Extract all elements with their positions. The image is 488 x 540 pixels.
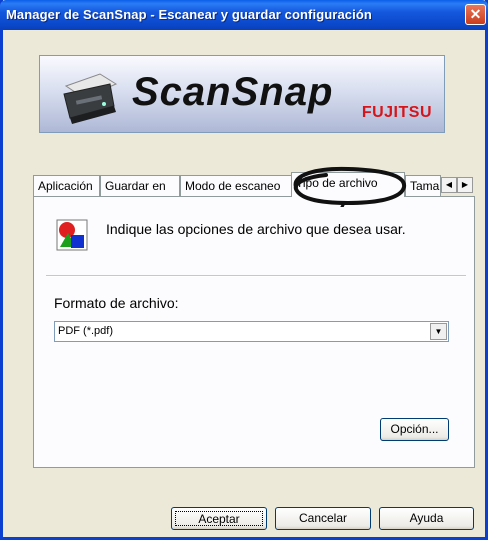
- tab-strip: Aplicación Guardar en Modo de escaneo Ti…: [33, 172, 473, 197]
- file-format-select[interactable]: PDF (*.pdf) ▼: [54, 321, 449, 342]
- scansnap-settings-window: Manager de ScanSnap - Escanear y guardar…: [0, 0, 488, 540]
- chevron-down-icon[interactable]: ▼: [430, 323, 447, 340]
- tab-tamano[interactable]: Tamaño: [405, 175, 441, 196]
- cancel-button[interactable]: Cancelar: [275, 507, 371, 530]
- company-logo: FUJITSU: [361, 104, 432, 121]
- scansnap-banner: ScanSnap FUJITSU: [39, 55, 445, 133]
- accept-button-label: Aceptar: [175, 511, 263, 526]
- tab-scroll-right-icon[interactable]: ▶: [457, 177, 473, 193]
- tab-aplicacion[interactable]: Aplicación: [33, 175, 100, 196]
- tab-tipo-de-archivo[interactable]: Tipo de archivo: [291, 172, 405, 197]
- accept-button[interactable]: Aceptar: [171, 507, 267, 530]
- file-format-value: PDF (*.pdf): [58, 325, 114, 337]
- tab-guardar-en[interactable]: Guardar en: [100, 175, 180, 196]
- brand-logo: ScanSnap: [132, 70, 334, 114]
- tab-modo-de-escaneo[interactable]: Modo de escaneo: [180, 175, 293, 196]
- title-bar[interactable]: Manager de ScanSnap - Escanear y guardar…: [0, 0, 488, 30]
- divider: [46, 275, 466, 277]
- format-label: Formato de archivo:: [54, 295, 179, 311]
- tab-scroll-left-icon[interactable]: ◀: [441, 177, 457, 193]
- file-type-icon: [56, 219, 88, 251]
- help-button[interactable]: Ayuda: [379, 507, 474, 530]
- option-button[interactable]: Opción...: [380, 418, 449, 441]
- scanner-illustration-icon: [63, 73, 118, 124]
- close-button[interactable]: ✕: [465, 4, 486, 25]
- instruction-text: Indique las opciones de archivo que dese…: [106, 221, 406, 237]
- window-title: Manager de ScanSnap - Escanear y guardar…: [6, 7, 372, 22]
- tab-panel: Indique las opciones de archivo que dese…: [33, 196, 475, 468]
